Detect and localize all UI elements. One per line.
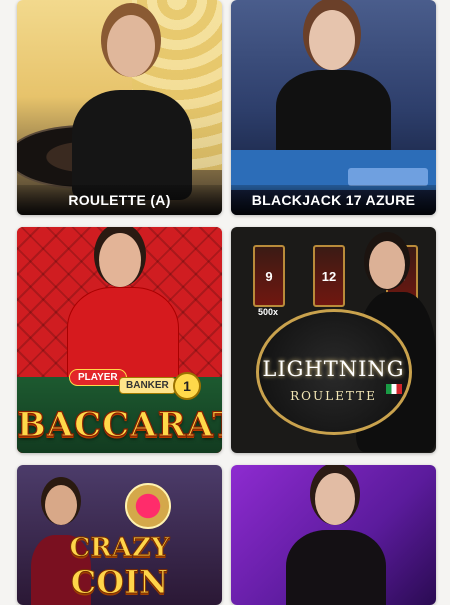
table-number-badge: 1 (173, 372, 201, 400)
banker-chip-label: BANKER (119, 377, 176, 394)
game-logo-lightning: LIGHTNING (262, 357, 405, 381)
game-tile-baccarat[interactable]: PLAYER BANKER 1 BACCARAT (17, 227, 222, 453)
multiplier-value: 500x (258, 307, 279, 317)
dealer-face (309, 10, 355, 70)
dealer-face (369, 241, 405, 289)
multiplier-card: 9 (253, 245, 285, 307)
host-face (45, 485, 77, 525)
coin-ring-decoration (125, 483, 171, 529)
dealer-image (72, 90, 192, 200)
dealer-face (315, 473, 355, 525)
game-title: ROULETTE (A) (17, 185, 222, 215)
game-tile-roulette-a[interactable]: ROULETTE (A) (17, 0, 222, 215)
game-tile-crazy-coin[interactable]: CRAZY COIN (17, 465, 222, 605)
game-logo-roulette: ROULETTE (290, 389, 377, 403)
game-title: BLACKJACK 17 AZURE (231, 185, 436, 215)
game-logo-baccarat: BACCARAT (17, 404, 222, 445)
dealer-face (99, 233, 141, 287)
game-tile-blackjack-17-azure[interactable]: BLACKJACK 17 AZURE (231, 0, 436, 215)
game-logo-crazy: CRAZY (69, 533, 170, 564)
player-chip-label: PLAYER (69, 369, 127, 386)
table-cards-image (348, 168, 428, 186)
italy-flag-icon (386, 384, 402, 394)
game-logo-coin: COIN (70, 563, 169, 602)
dealer-image (286, 530, 386, 605)
game-tile-purple-live-game[interactable] (231, 465, 436, 605)
dealer-image (276, 70, 391, 160)
multiplier-card: 12 (313, 245, 345, 307)
game-tile-lightning-roulette[interactable]: 9 500x 12 300x 6 500x LIGHTNING ROULETTE (231, 227, 436, 453)
dealer-face (107, 15, 155, 77)
